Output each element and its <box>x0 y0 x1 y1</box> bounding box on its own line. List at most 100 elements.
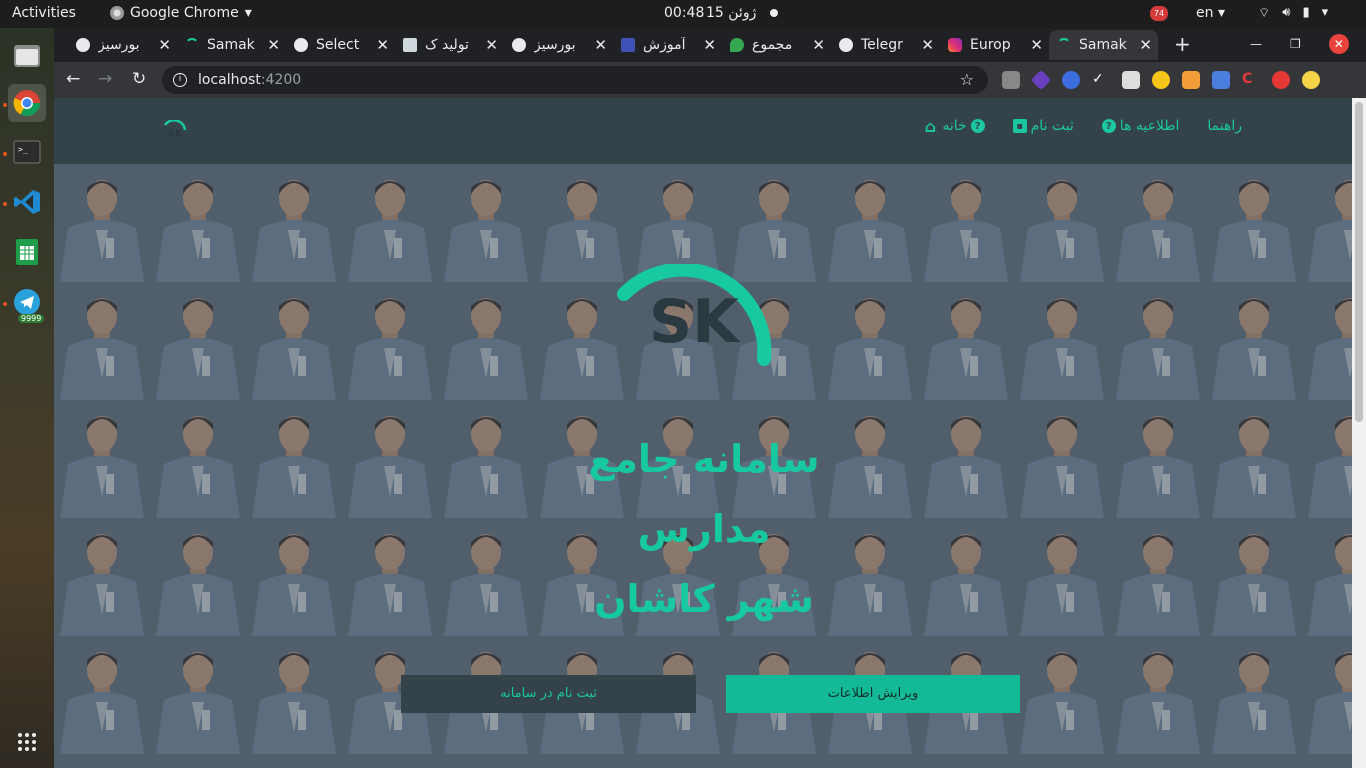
browser-tab[interactable]: Select ✕ <box>286 30 395 60</box>
url-host: localhost <box>198 72 261 88</box>
minimize-icon[interactable]: — <box>1250 37 1262 51</box>
hero-title-line: مدارس <box>637 507 771 551</box>
running-indicator <box>3 103 7 107</box>
extension-c-icon[interactable]: C <box>1242 71 1260 89</box>
extension-translate-icon[interactable] <box>1212 71 1230 89</box>
edit-information-button[interactable]: ویرایش اطلاعات <box>726 675 1020 713</box>
files-icon <box>14 45 40 67</box>
nav-home-label: خانه <box>942 118 967 134</box>
browser-toolbar: ← → ↻ i localhost:4200 ☆ ✓ C <box>54 62 1366 98</box>
back-icon[interactable]: ← <box>66 69 80 89</box>
tab-strip: بورسیز ✕ Samak ✕ Select ✕ تولید ک ✕ بورسیز ✕ … <box>68 30 1158 60</box>
close-tab-icon[interactable]: ✕ <box>1030 36 1043 54</box>
samak-logo-icon <box>1057 38 1071 52</box>
nav-announcements-label: اطلاعیه ها <box>1119 118 1180 134</box>
browser-tab[interactable]: Europ ✕ <box>940 30 1049 60</box>
globe-icon <box>76 38 90 52</box>
site-navbar: SK ? خانه ⌂ ثبت نام ▪ اطلاعیه ها ? راهنم… <box>54 98 1352 164</box>
system-tray[interactable]: ⌔ 🔊︎ ▮ ▾ <box>1258 5 1328 21</box>
scrollbar-thumb[interactable] <box>1355 102 1363 422</box>
forward-icon[interactable]: → <box>98 69 112 89</box>
browser-tab[interactable]: بورسیز ✕ <box>504 30 613 60</box>
globe-icon <box>839 38 853 52</box>
extension-cast-icon[interactable] <box>1002 71 1020 89</box>
dock-spreadsheet[interactable] <box>8 233 46 271</box>
close-tab-icon[interactable]: ✕ <box>812 36 825 54</box>
extension-moon-icon[interactable] <box>1152 71 1170 89</box>
notification-badge[interactable]: 74 <box>1150 6 1168 21</box>
register-in-system-button[interactable]: ثبت نام در سامانه <box>401 675 696 713</box>
close-tab-icon[interactable]: ✕ <box>158 36 171 54</box>
extension-avatar-icon[interactable] <box>1272 71 1290 89</box>
close-tab-icon[interactable]: ✕ <box>267 36 280 54</box>
browser-tab[interactable]: Samak ✕ <box>177 30 286 60</box>
bookmark-star-icon[interactable]: ☆ <box>960 66 974 94</box>
browser-tab[interactable]: تولید ک ✕ <box>395 30 504 60</box>
dock-vscode[interactable] <box>8 183 46 221</box>
dock-terminal[interactable]: >_ <box>8 133 46 171</box>
show-applications-button[interactable] <box>8 723 46 761</box>
nav-announcements[interactable]: اطلاعیه ها ? <box>1101 118 1180 134</box>
dock: >_ 9999 <box>0 28 54 768</box>
extension-gem-icon[interactable] <box>1030 69 1052 91</box>
address-bar[interactable]: i localhost:4200 ☆ <box>162 66 988 94</box>
nav-home[interactable]: ? خانه ⌂ <box>922 116 985 136</box>
close-window-icon[interactable]: ✕ <box>1328 34 1349 54</box>
dock-files[interactable] <box>8 36 46 74</box>
chevron-down-icon: ▾ <box>244 5 252 21</box>
volume-icon: 🔊︎ <box>1282 5 1291 20</box>
nav-register[interactable]: ثبت نام ▪ <box>1012 118 1074 134</box>
window-controls: — ❐ ✕ <box>1250 34 1349 54</box>
notification-dot-icon <box>770 9 778 17</box>
clock-date[interactable]: ژوئن 15 <box>706 5 756 21</box>
chrome-icon <box>110 6 124 20</box>
svg-text:>_: >_ <box>18 145 28 154</box>
telegram-badge: 9999 <box>18 314 45 323</box>
nav-register-label: ثبت نام <box>1030 118 1074 134</box>
question-circle-icon: ? <box>970 119 985 133</box>
browser-tab[interactable]: آموزش ✕ <box>613 30 722 60</box>
user-card-icon: ▪ <box>1012 119 1027 133</box>
language-indicator[interactable]: en ▾ <box>1196 5 1225 21</box>
browser-tab[interactable]: مجموع ✕ <box>722 30 831 60</box>
battery-icon: ▮ <box>1302 5 1310 20</box>
new-tab-button[interactable]: + <box>1174 32 1191 56</box>
close-tab-icon[interactable]: ✕ <box>485 36 498 54</box>
browser-tab[interactable]: بورسیز ✕ <box>68 30 177 60</box>
url-port: :4200 <box>260 72 302 88</box>
svg-text:SK: SK <box>168 128 184 138</box>
nav-help-label: راهنما <box>1207 118 1242 134</box>
reload-icon[interactable]: ↻ <box>132 69 146 89</box>
maximize-icon[interactable]: ❐ <box>1290 37 1301 51</box>
globe-icon <box>294 38 308 52</box>
app-grid-icon <box>18 733 36 751</box>
extension-amazon-icon[interactable] <box>1122 71 1140 89</box>
extension-orange-icon[interactable] <box>1182 71 1200 89</box>
info-icon[interactable]: i <box>173 73 187 87</box>
dock-chrome[interactable] <box>8 84 46 122</box>
extension-check-icon[interactable]: ✓ <box>1092 71 1110 89</box>
hero-section: SK سامانه جامع مدارس شهر کاشان ثبت نام د… <box>54 164 1352 768</box>
home-icon: ⌂ <box>924 116 937 136</box>
extension-shield-icon[interactable] <box>1062 71 1080 89</box>
site-logo[interactable]: SK <box>162 120 188 138</box>
close-tab-icon[interactable]: ✕ <box>594 36 607 54</box>
clock-time[interactable]: 00:48 <box>664 5 704 21</box>
activities-button[interactable]: Activities <box>12 5 76 21</box>
spreadsheet-icon <box>16 239 38 265</box>
close-tab-icon[interactable]: ✕ <box>703 36 716 54</box>
samak-logo-icon <box>185 38 199 52</box>
page-scrollbar[interactable] <box>1352 98 1366 768</box>
close-tab-icon[interactable]: ✕ <box>1139 36 1152 54</box>
vscode-icon <box>14 190 40 214</box>
course-site-icon <box>621 38 635 52</box>
nav-help[interactable]: راهنما <box>1207 118 1242 134</box>
system-top-bar: Activities Google Chrome ▾ 00:48 ژوئن 15… <box>0 0 1366 28</box>
extension-emoji-icon[interactable] <box>1302 71 1320 89</box>
browser-tab[interactable]: Telegr ✕ <box>831 30 940 60</box>
close-tab-icon[interactable]: ✕ <box>376 36 389 54</box>
terminal-icon: >_ <box>13 140 41 164</box>
browser-tab-active[interactable]: Samak ✕ <box>1049 30 1158 60</box>
app-menu[interactable]: Google Chrome ▾ <box>110 5 252 21</box>
close-tab-icon[interactable]: ✕ <box>921 36 934 54</box>
